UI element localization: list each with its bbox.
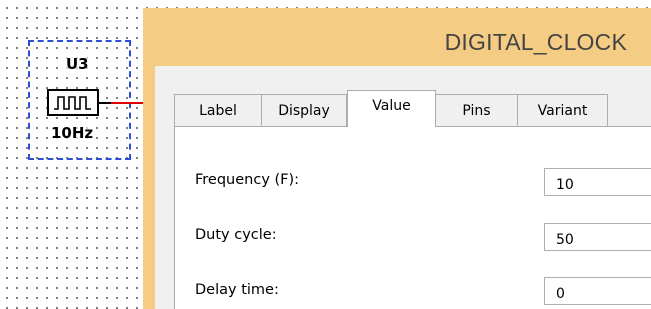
tab-pins[interactable]: Pins — [435, 94, 518, 126]
clock-pulse-icon[interactable] — [47, 89, 99, 116]
duty-cycle-input[interactable] — [544, 223, 651, 251]
dialog-title: DIGITAL_CLOCK — [444, 29, 627, 55]
component-value-label: 10Hz — [50, 124, 95, 142]
output-wire[interactable] — [111, 102, 146, 104]
frequency-input[interactable] — [544, 168, 651, 196]
component-output-pin — [99, 102, 111, 104]
tab-value[interactable]: Value — [347, 90, 436, 127]
tab-variant[interactable]: Variant — [517, 94, 608, 126]
tab-strip: Label Display Value Pins Variant — [174, 90, 651, 127]
delay-time-input[interactable] — [544, 277, 651, 305]
tab-label[interactable]: Label — [174, 94, 262, 126]
delay-time-label: Delay time: — [195, 282, 279, 298]
tab-display[interactable]: Display — [261, 94, 347, 126]
frequency-label: Frequency (F): — [195, 172, 300, 188]
component-reference-label: U3 — [65, 55, 90, 73]
duty-cycle-label: Duty cycle: — [195, 227, 277, 243]
